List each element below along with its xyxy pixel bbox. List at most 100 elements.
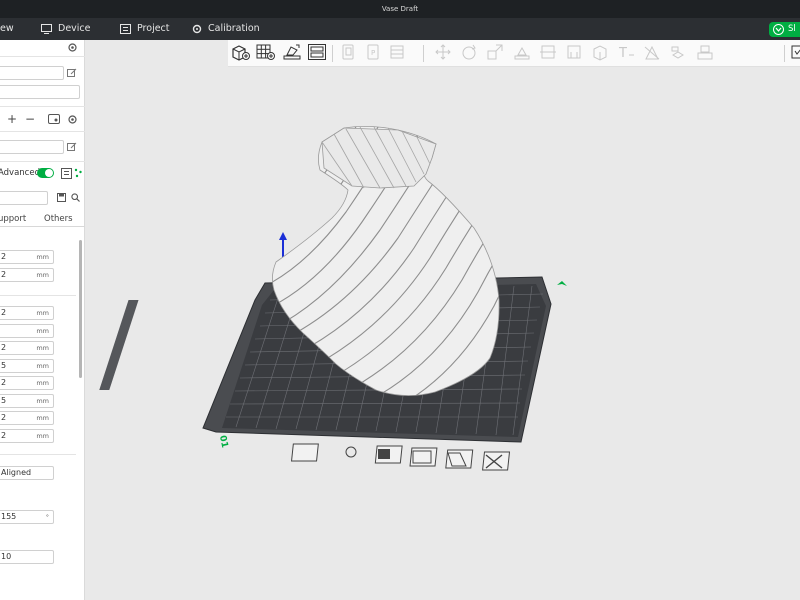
count-field[interactable]: 10 [0,550,54,564]
cut-button[interactable] [537,43,559,64]
settings-gear-icon[interactable] [66,41,78,53]
field-unit: mm [36,362,49,370]
divider [0,56,85,57]
advanced-toggle[interactable] [37,168,54,178]
panel-icon [790,43,800,65]
menu-project[interactable]: Project [120,18,170,40]
process-select[interactable] [0,140,64,154]
ams-sync-icon[interactable] [47,113,61,125]
auto-orient-button[interactable] [281,43,303,64]
text-button[interactable]: T [615,43,637,64]
tab-support[interactable]: upport [0,214,26,224]
field-unit: mm [36,414,49,422]
seam-position-select[interactable]: Aligned [0,466,54,480]
plate-type-select[interactable] [0,85,80,99]
measure-icon [643,43,661,65]
layers-button[interactable] [386,43,408,64]
setting-field[interactable]: 2 mm [0,376,54,390]
scene-canvas[interactable]: 01 [86,67,800,600]
menu-device[interactable]: Device [41,18,91,40]
add-plate-button[interactable] [255,43,277,64]
plate-corner-marker [557,281,567,286]
sidebar-scrollbar[interactable] [79,240,82,378]
toolbar-separator [423,45,424,62]
scale-button[interactable] [484,43,506,64]
angle-field[interactable]: 155 ° [0,510,54,524]
setting-field[interactable]: 2 mm [0,306,54,320]
plate-layers-button[interactable] [409,447,438,467]
menu-view[interactable]: ew [0,18,14,40]
plate-arrange-button[interactable] [374,445,403,464]
plate-orient-button[interactable] [290,443,357,462]
add-filament-icon[interactable]: + [6,112,18,126]
color-paint-button[interactable] [667,43,689,64]
field-value: 2 [1,343,7,352]
field-value: 2 [1,413,7,422]
slice-button[interactable]: Sl [769,22,800,37]
slice-label: Sl [788,24,796,34]
edit-process-icon[interactable] [66,141,78,153]
measure-button[interactable] [641,43,663,64]
target-icon [345,446,357,458]
printer-select[interactable] [0,66,64,80]
setting-field[interactable]: mm [0,324,54,338]
divider [0,161,85,162]
arrange-plate-icon [378,449,390,459]
field-unit: mm [36,309,49,317]
seam-paint-button[interactable] [589,43,611,64]
menu-calibration[interactable]: Calibration [192,18,260,40]
lay-on-face-button[interactable] [511,43,533,64]
app-window: Vase Draft ew Device Project Calibration [0,0,800,600]
split-objects-button[interactable] [338,43,360,64]
calibration-icon [192,24,202,34]
rotate-button[interactable] [458,43,480,64]
menu-bar: ew Device Project Calibration Sl [0,18,800,40]
objects-panel-button[interactable] [786,43,800,64]
filament-settings-gear-icon[interactable] [66,113,78,125]
plate-settings-button[interactable] [445,449,474,469]
setting-field[interactable]: 2 mm [0,429,54,443]
monitor-icon [41,24,52,34]
toolbar-separator [332,45,333,62]
3d-viewport[interactable]: 01 [86,67,800,600]
orient-icon [282,43,302,65]
field-unit: mm [36,327,49,335]
rotate-icon [460,43,478,65]
save-icon[interactable] [56,192,67,203]
edit-icon[interactable] [66,67,78,79]
plate-delete-button[interactable] [482,451,511,471]
setting-field[interactable]: 2 mm [0,341,54,355]
field-unit: mm [36,344,49,352]
plate-number: 01 [217,435,229,449]
setting-field[interactable]: 2 mm [0,268,54,282]
menu-calibration-label: Calibration [208,23,260,34]
assembly-button[interactable] [694,43,716,64]
move-button[interactable] [432,43,454,64]
chevron-down-icon [773,24,784,35]
add-cube-icon [231,43,251,65]
arrange-button[interactable] [306,43,328,64]
support-paint-icon [565,43,583,65]
split-parts-button[interactable]: P [363,43,385,64]
search-icon[interactable] [70,192,81,203]
field-unit: mm [36,432,49,440]
field-unit: mm [36,379,49,387]
tabs-underline [0,226,85,227]
support-paint-button[interactable] [563,43,585,64]
setting-field[interactable]: 5 mm [0,394,54,408]
viewport-toolbar: P T [228,40,800,67]
search-settings-input[interactable] [0,191,48,205]
field-unit: mm [36,253,49,261]
lay-on-face-icon [513,43,531,65]
add-object-button[interactable] [230,43,252,64]
arrange-icon [307,43,327,65]
setting-field[interactable]: 5 mm [0,359,54,373]
split-objects-icon [340,43,358,65]
tab-others[interactable]: Others [44,214,73,224]
remove-filament-icon[interactable]: − [24,112,36,126]
setting-field[interactable]: 2 mm [0,250,54,264]
setting-field[interactable]: 2 mm [0,411,54,425]
compare-icon[interactable] [60,167,72,179]
scatter-icon[interactable] [73,167,83,179]
assembly-icon [696,43,714,65]
